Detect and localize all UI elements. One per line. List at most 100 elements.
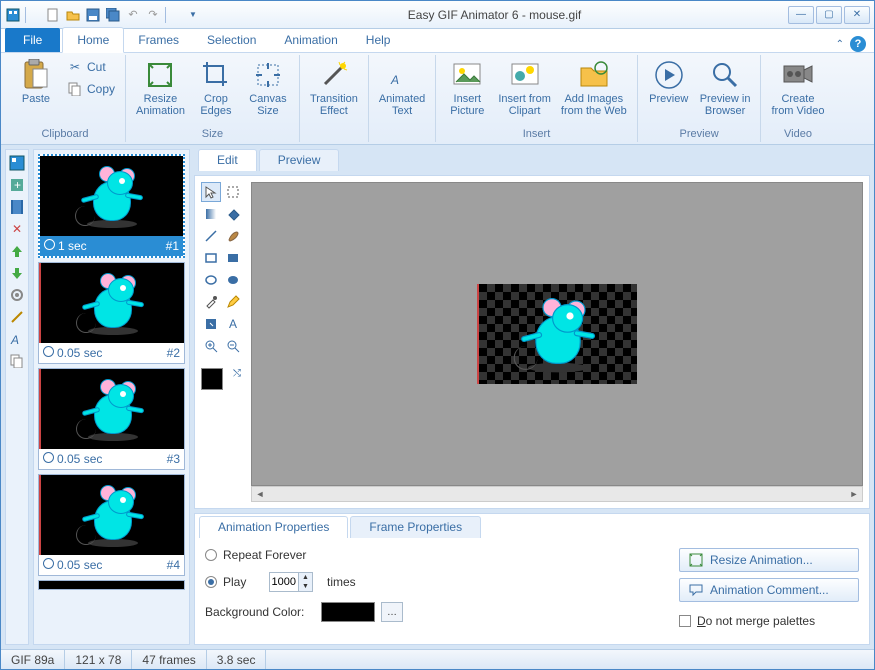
qat-redo-icon[interactable]: ↷: [145, 7, 161, 23]
tab-help[interactable]: Help: [352, 28, 405, 52]
file-menu[interactable]: File: [5, 28, 60, 52]
rect-fill-tool[interactable]: [223, 248, 243, 268]
lt-copy-icon[interactable]: [8, 352, 26, 370]
group-size: Size: [202, 128, 223, 142]
scissors-icon: ✂: [67, 59, 83, 75]
frame-thumb[interactable]: 0.05 sec#4: [38, 474, 185, 576]
animation-comment-button[interactable]: Animation Comment...: [679, 578, 859, 602]
repeat-forever-radio[interactable]: Repeat Forever: [205, 548, 679, 562]
canvas[interactable]: [251, 182, 863, 486]
color-swap[interactable]: ⤭: [201, 368, 241, 408]
crop-edges-button[interactable]: Crop Edges: [191, 57, 241, 119]
cut-button[interactable]: ✂Cut: [63, 57, 119, 77]
wand-icon: [318, 59, 350, 91]
line-tool[interactable]: [201, 226, 221, 246]
fill-tool[interactable]: [223, 204, 243, 224]
play-count-spinner[interactable]: ▲▼: [269, 572, 313, 592]
scroll-left-icon[interactable]: ◄: [252, 487, 268, 501]
frames-panel[interactable]: 1 sec#1 0.05 sec#2 0.05 sec#3 0.05 sec#4: [33, 149, 190, 645]
animated-text-button[interactable]: A Animated Text: [375, 57, 429, 119]
scroll-right-icon[interactable]: ►: [846, 487, 862, 501]
spin-up-icon[interactable]: ▲: [298, 573, 312, 582]
lt-up-icon[interactable]: [8, 242, 26, 260]
swap-colors-icon[interactable]: ⤭: [233, 368, 241, 379]
foreground-color[interactable]: [201, 368, 223, 390]
frame-thumb[interactable]: 0.05 sec#2: [38, 262, 185, 364]
lt-down-icon[interactable]: [8, 264, 26, 282]
ellipse-tool[interactable]: [201, 270, 221, 290]
edit-tab[interactable]: Edit: [198, 149, 257, 171]
eyedropper-tool[interactable]: [201, 292, 221, 312]
lt-delete-icon[interactable]: ✕: [8, 220, 26, 238]
picture-icon: [451, 59, 483, 91]
tab-animation[interactable]: Animation: [270, 28, 351, 52]
lt-gear-icon[interactable]: [8, 286, 26, 304]
canvas-size-button[interactable]: Canvas Size: [243, 57, 293, 119]
add-images-web-button[interactable]: Add Images from the Web: [557, 57, 631, 119]
qat-dropdown-icon[interactable]: ▼: [185, 7, 201, 23]
qat-saveall-icon[interactable]: [105, 7, 121, 23]
lt-wand-icon[interactable]: [8, 308, 26, 326]
lt-frames-icon[interactable]: [8, 154, 26, 172]
tab-selection[interactable]: Selection: [193, 28, 270, 52]
svg-text:A: A: [229, 317, 237, 331]
rect-tool[interactable]: [201, 248, 221, 268]
play-count-input[interactable]: [270, 573, 298, 591]
lt-film-icon[interactable]: [8, 198, 26, 216]
properties-panel: Animation Properties Frame Properties Re…: [194, 513, 870, 645]
bgcolor-swatch[interactable]: [321, 602, 375, 622]
pencil-tool[interactable]: [223, 292, 243, 312]
minimize-button[interactable]: —: [788, 6, 814, 24]
frame-thumb[interactable]: 1 sec#1: [38, 154, 185, 258]
tab-home[interactable]: Home: [62, 27, 124, 53]
pointer-tool[interactable]: [201, 182, 221, 202]
resize-animation-button[interactable]: Resize Animation: [132, 57, 189, 119]
text-icon: A: [386, 59, 418, 91]
transition-effect-button[interactable]: Transition Effect: [306, 57, 362, 119]
maximize-button[interactable]: ▢: [816, 6, 842, 24]
text-tool[interactable]: A: [223, 314, 243, 334]
resize-icon: [144, 59, 176, 91]
left-toolbar: + ✕ A: [5, 149, 29, 645]
window-title: Easy GIF Animator 6 - mouse.gif: [201, 8, 788, 22]
canvas-size-icon: [252, 59, 284, 91]
close-button[interactable]: ✕: [844, 6, 870, 24]
spin-down-icon[interactable]: ▼: [298, 582, 312, 591]
tab-frames[interactable]: Frames: [124, 28, 193, 52]
frame-props-tab[interactable]: Frame Properties: [350, 516, 481, 538]
qat-new-icon[interactable]: [45, 7, 61, 23]
zoom-out-tool[interactable]: [223, 336, 243, 356]
frame-thumb[interactable]: [38, 580, 185, 590]
zoom-in-tool[interactable]: [201, 336, 221, 356]
insert-picture-button[interactable]: Insert Picture: [442, 57, 492, 119]
create-from-video-button[interactable]: Create from Video: [767, 57, 828, 119]
qat-save-icon[interactable]: [85, 7, 101, 23]
brush-tool[interactable]: [223, 226, 243, 246]
resize-animation-dialog-button[interactable]: Resize Animation...: [679, 548, 859, 572]
help-icon[interactable]: ?: [850, 36, 866, 52]
insert-clipart-button[interactable]: Insert from Clipart: [494, 57, 555, 119]
copy-icon: [67, 81, 83, 97]
play-radio[interactable]: [205, 576, 217, 588]
preview-button[interactable]: Preview: [644, 57, 694, 107]
preview-browser-button[interactable]: Preview in Browser: [696, 57, 755, 119]
anim-props-tab[interactable]: Animation Properties: [199, 516, 348, 538]
lt-add-icon[interactable]: +: [8, 176, 26, 194]
copy-button[interactable]: Copy: [63, 79, 119, 99]
ellipse-fill-tool[interactable]: [223, 270, 243, 290]
qat-open-icon[interactable]: [65, 7, 81, 23]
frame-thumb[interactable]: 0.05 sec#3: [38, 368, 185, 470]
bgcolor-picker-button[interactable]: …: [381, 602, 403, 622]
horizontal-scrollbar[interactable]: ◄►: [251, 486, 863, 502]
paste-button[interactable]: Paste: [11, 57, 61, 107]
collapse-ribbon-icon[interactable]: ⌃: [836, 39, 844, 50]
preview-tab[interactable]: Preview: [259, 149, 340, 171]
editor-area: Edit Preview A ⤭: [194, 149, 870, 645]
merge-palettes-checkbox[interactable]: Do not merge palettes: [679, 614, 859, 628]
lt-text-icon[interactable]: A: [8, 330, 26, 348]
gradient-tool[interactable]: [201, 204, 221, 224]
frame-number: #4: [167, 558, 180, 572]
marquee-tool[interactable]: [223, 182, 243, 202]
qat-undo-icon[interactable]: ↶: [125, 7, 141, 23]
move-tool[interactable]: [201, 314, 221, 334]
